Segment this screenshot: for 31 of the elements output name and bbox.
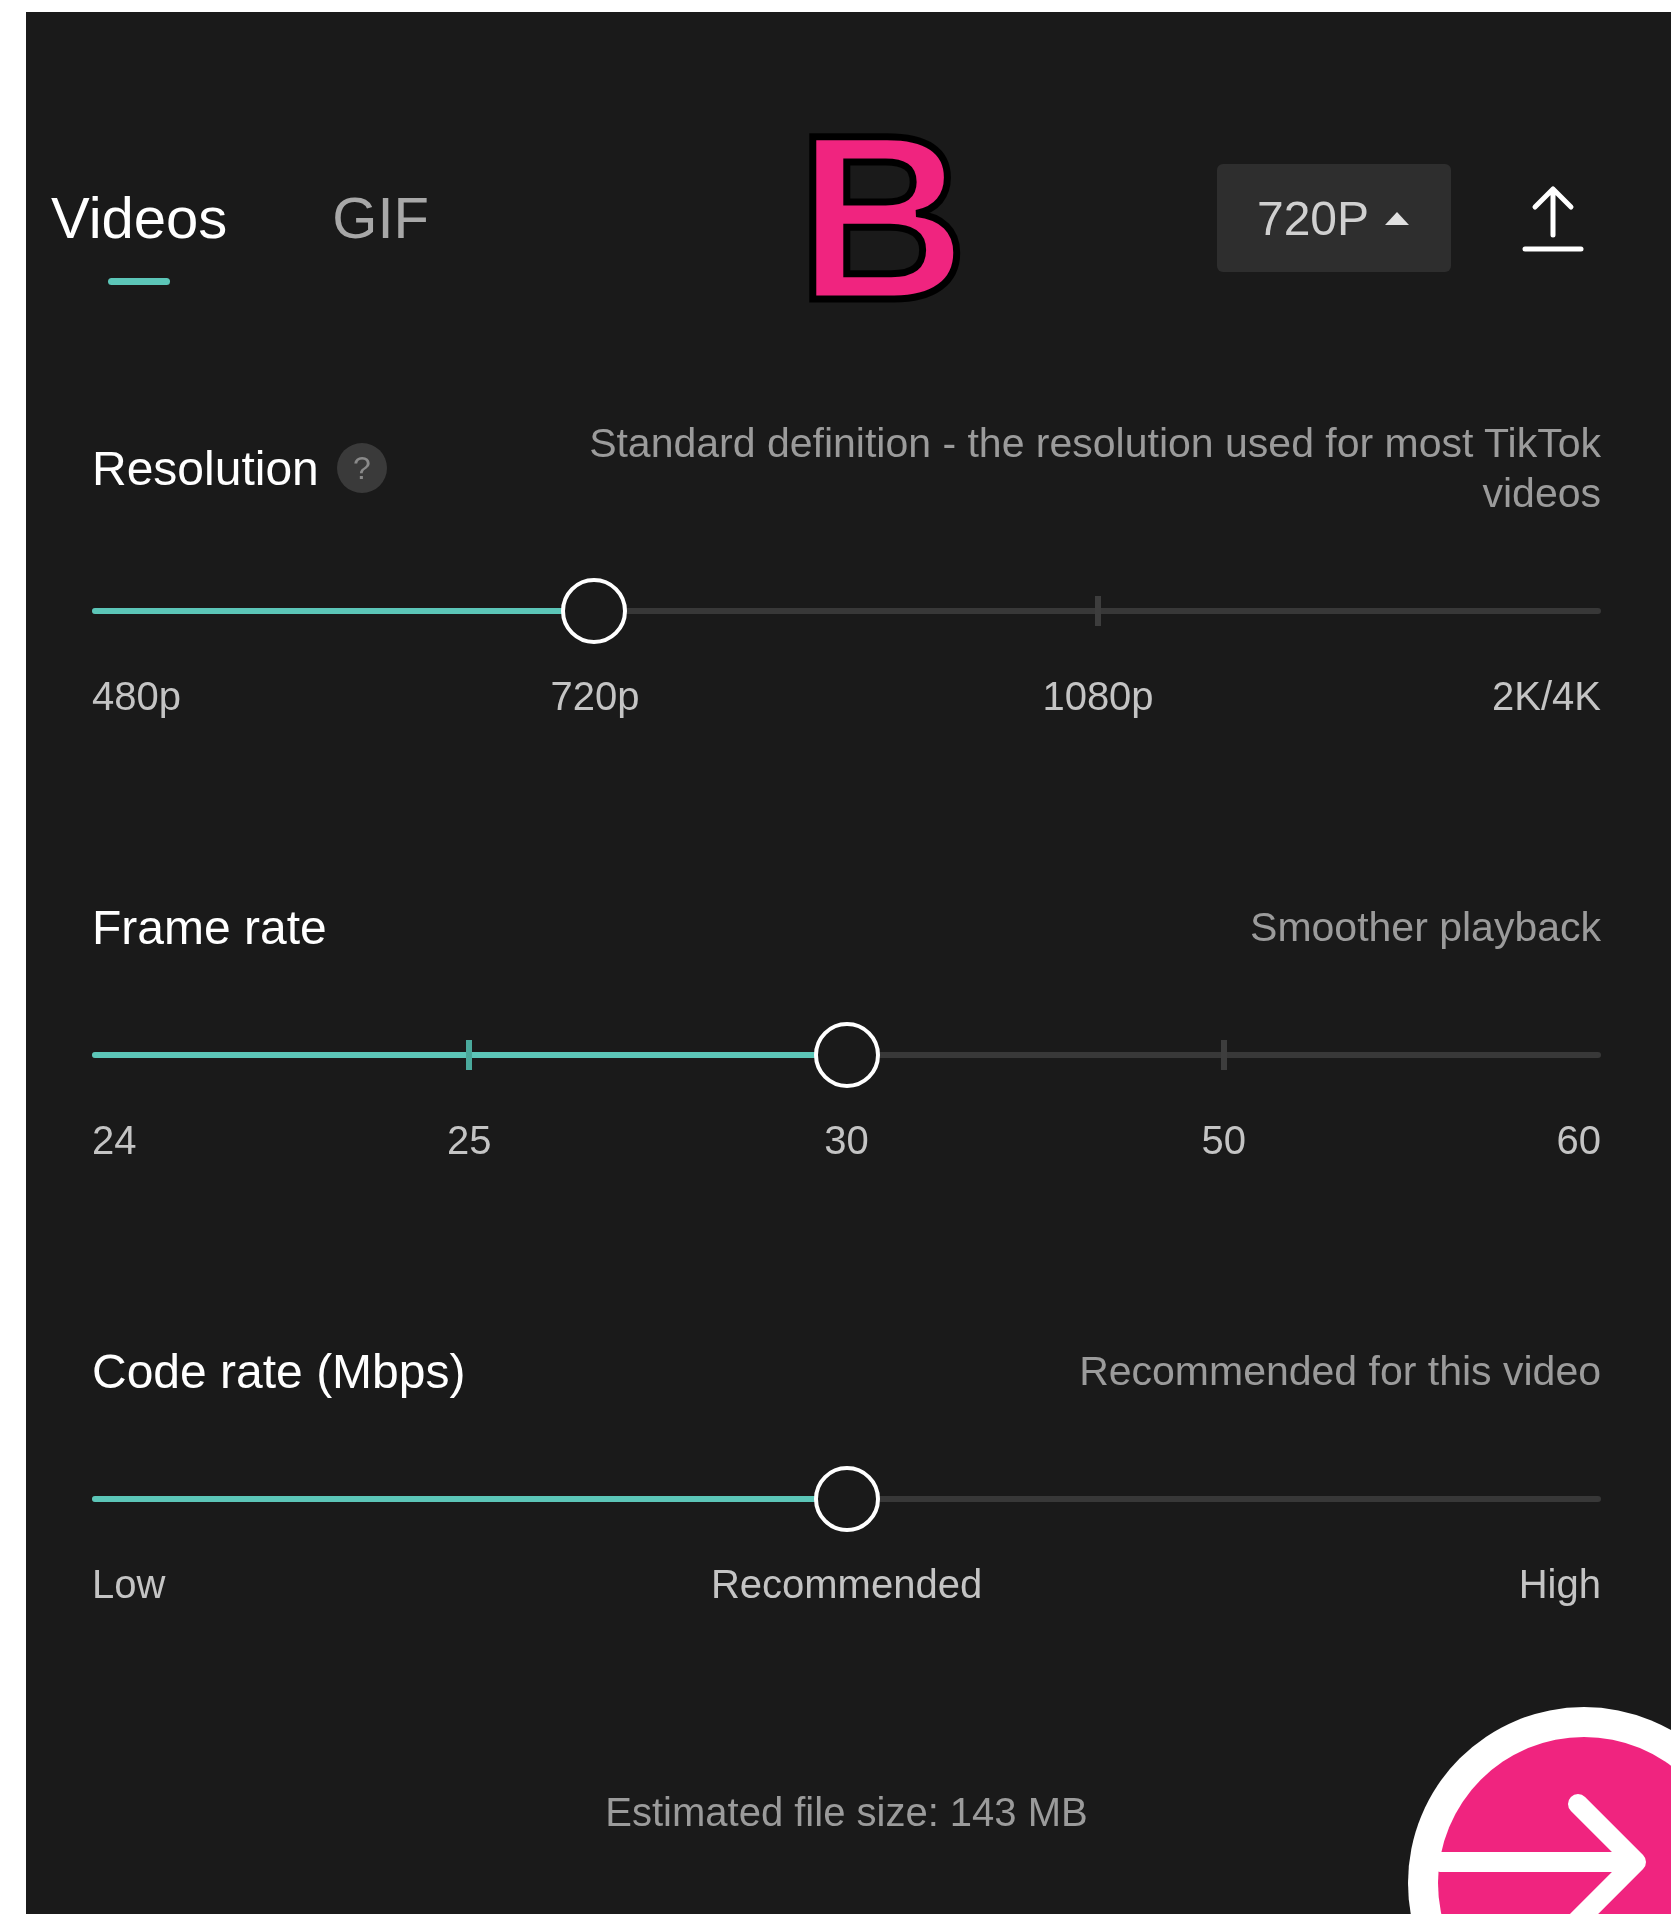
slider[interactable]	[92, 1466, 1601, 1532]
slider-label: High	[1518, 1562, 1601, 1607]
slider[interactable]	[92, 578, 1601, 644]
slider-label: 25	[447, 1118, 492, 1163]
slider-label: 480p	[92, 674, 181, 719]
setting-title: Code rate (Mbps)	[92, 1343, 466, 1399]
setting-title: Resolution	[92, 440, 319, 496]
setting-description: Recommended for this video	[1079, 1347, 1601, 1396]
overlay-letter: B	[797, 99, 968, 335]
tab[interactable]: GIF	[316, 173, 445, 293]
caret-icon	[1383, 210, 1412, 226]
tick-mark	[1220, 1040, 1227, 1070]
tick-mark	[466, 1040, 473, 1070]
setting-description: Standard definition - the resolution used for most TikTok videos	[588, 419, 1601, 518]
tab[interactable]: Videos	[35, 173, 244, 293]
slider-label: 30	[824, 1118, 869, 1163]
setting-title: Frame rate	[92, 899, 327, 955]
slider[interactable]	[92, 1022, 1601, 1088]
slider-label: Recommended	[710, 1562, 983, 1607]
slider-label: 50	[1201, 1118, 1246, 1163]
slider-label: 720p	[550, 674, 640, 719]
slider-label: 60	[1556, 1118, 1601, 1163]
slider-label: 24	[92, 1118, 137, 1163]
slider-label: 1080p	[1042, 674, 1154, 719]
slider-label: Low	[92, 1562, 166, 1607]
file-size-estimate: Estimated file size: 143 MB	[604, 1790, 1089, 1835]
resolution-dropdown[interactable]: 720P	[1217, 164, 1451, 272]
upload-icon[interactable]	[1521, 183, 1585, 253]
tick-mark	[1095, 596, 1101, 626]
setting-description: Smoother playback	[1250, 903, 1601, 952]
slider-label: 2K/4K	[1492, 674, 1601, 719]
